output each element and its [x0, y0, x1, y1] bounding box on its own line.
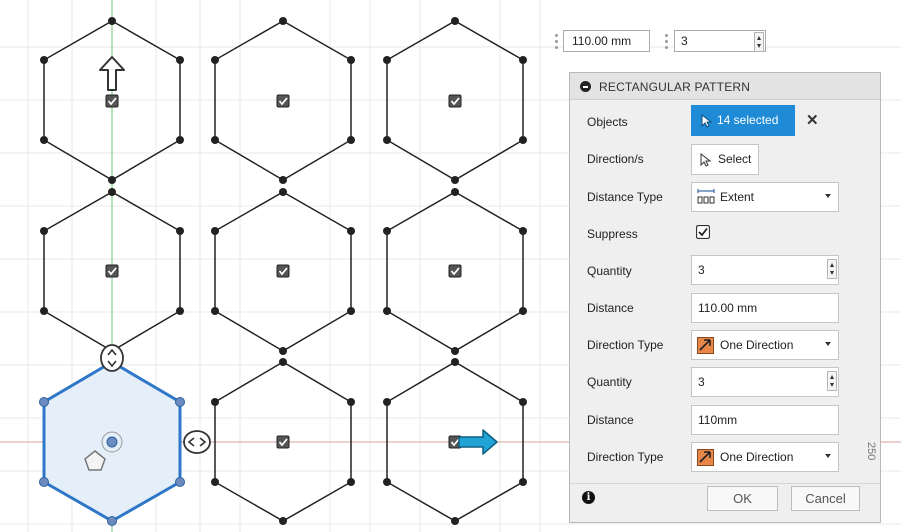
direction-type-dropdown[interactable]: One Direction — [691, 330, 839, 360]
one-direction-icon — [697, 337, 714, 354]
quantity-stepper[interactable] — [754, 32, 764, 52]
quantity-input[interactable]: 3 — [674, 30, 766, 52]
footer-divider — [570, 483, 880, 484]
chevron-down-icon — [825, 454, 831, 458]
info-icon[interactable]: i — [582, 491, 595, 504]
direction-type-value: One Direction — [720, 338, 794, 352]
distance-label: Distance — [587, 413, 634, 427]
close-icon[interactable]: ✕ — [806, 111, 819, 129]
distance-type-label: Distance Type — [587, 190, 663, 204]
side-label: 250 — [865, 442, 877, 461]
distance-value: 110mm — [698, 413, 738, 427]
distance-type-dropdown[interactable]: Extent — [691, 182, 839, 212]
quantity-value: 3 — [698, 375, 705, 389]
quantity-input[interactable]: 3 — [691, 367, 839, 397]
ok-button[interactable]: OK — [707, 486, 778, 511]
collapse-icon[interactable] — [580, 81, 591, 92]
distance-input[interactable]: 110.00 mm — [691, 293, 839, 323]
direction-type-dropdown[interactable]: One Direction — [691, 442, 839, 472]
drag-grip[interactable] — [553, 30, 561, 52]
select-label: Select — [718, 152, 752, 166]
cursor-icon — [700, 153, 711, 167]
directions-label: Direction/s — [587, 152, 644, 166]
suppress-label: Suppress — [587, 227, 638, 241]
quantity-stepper[interactable] — [827, 259, 837, 279]
chevron-down-icon — [825, 342, 831, 346]
cursor-icon — [701, 114, 712, 128]
distance-input[interactable]: 110.00 mm — [563, 30, 650, 52]
rectangular-pattern-dialog: RECTANGULAR PATTERN Objects 14 selected … — [569, 72, 881, 523]
quantity-stepper[interactable] — [827, 371, 837, 391]
drag-grip[interactable] — [663, 30, 671, 52]
dialog-header[interactable]: RECTANGULAR PATTERN — [570, 73, 880, 100]
quantity-label: Quantity — [587, 264, 632, 278]
extent-icon — [697, 189, 715, 204]
distance-input[interactable]: 110mm — [691, 405, 839, 435]
quantity-value: 3 — [681, 34, 688, 48]
direction-select-button[interactable]: Select — [691, 144, 759, 175]
objects-label: Objects — [587, 115, 628, 129]
distance-value: 110.00 mm — [698, 301, 758, 315]
distance-type-value: Extent — [720, 190, 755, 204]
dialog-title: RECTANGULAR PATTERN — [599, 80, 751, 94]
spacing-handle-vertical[interactable] — [100, 344, 124, 372]
objects-selected-count: 14 selected — [717, 113, 779, 127]
quantity-input[interactable]: 3 — [691, 255, 839, 285]
arrow-right-icon[interactable] — [458, 429, 498, 455]
cancel-button[interactable]: Cancel — [791, 486, 860, 511]
chevron-down-icon — [825, 194, 831, 198]
direction-type-label: Direction Type — [587, 338, 664, 352]
objects-selection-button[interactable]: 14 selected — [691, 105, 795, 136]
suppress-checkbox[interactable] — [696, 225, 710, 239]
quantity-label: Quantity — [587, 375, 632, 389]
arrow-up-icon[interactable] — [99, 56, 125, 91]
spacing-handle-horizontal[interactable] — [183, 430, 211, 454]
direction-type-label: Direction Type — [587, 450, 664, 464]
one-direction-icon — [697, 449, 714, 466]
direction-type-value: One Direction — [720, 450, 794, 464]
quantity-value: 3 — [698, 263, 705, 277]
viewport[interactable]: 110.00 mm 3 RECTANGULAR PATTERN Objects … — [0, 0, 901, 532]
distance-label: Distance — [587, 301, 634, 315]
